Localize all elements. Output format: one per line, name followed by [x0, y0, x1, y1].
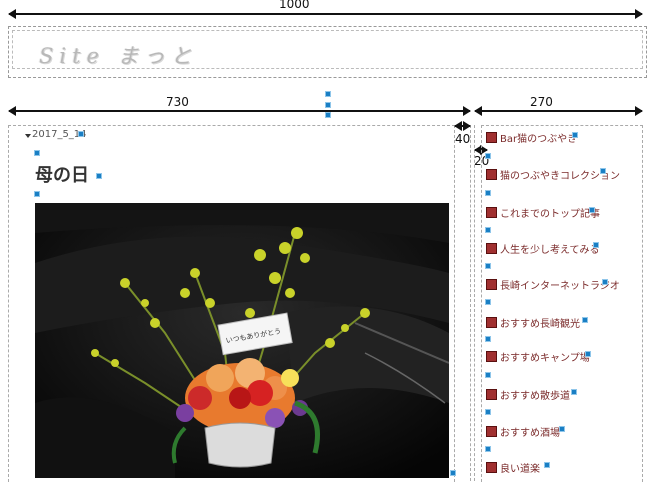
- category-icon: [486, 317, 497, 328]
- layout-marker: [559, 426, 565, 432]
- flower-photo-image: いつもありがとう: [35, 203, 449, 478]
- sidebar-item[interactable]: 猫のつぶやきコレクション: [486, 167, 620, 182]
- side-width-arrow: [474, 106, 643, 116]
- layout-marker: [571, 389, 577, 395]
- site-logo[interactable]: Site まっと: [39, 40, 198, 70]
- layout-marker: [325, 102, 331, 108]
- gap-width-arrow: [454, 121, 471, 131]
- layout-marker: [96, 173, 102, 179]
- layout-marker: [600, 168, 606, 174]
- gap-width-label: 40: [455, 132, 471, 146]
- top-width-arrow: [8, 9, 643, 19]
- layout-marker: [34, 191, 40, 197]
- main-width-label: 730: [166, 95, 189, 109]
- post-date: 2017_5_14: [32, 129, 87, 140]
- category-icon: [486, 207, 497, 218]
- sidebar-item[interactable]: 長崎インターネットラジオ: [486, 277, 620, 292]
- layout-marker: [485, 190, 491, 196]
- layout-marker: [572, 132, 578, 138]
- category-icon: [486, 169, 497, 180]
- layout-marker: [78, 131, 84, 137]
- layout-marker: [582, 317, 588, 323]
- category-icon: [486, 351, 497, 362]
- gap-column: [470, 125, 475, 481]
- layout-marker: [593, 242, 599, 248]
- layout-marker: [450, 470, 456, 476]
- category-icon: [486, 426, 497, 437]
- layout-marker: [485, 227, 491, 233]
- header-box: Site まっと: [8, 26, 647, 78]
- layout-marker: [485, 153, 491, 159]
- layout-marker: [34, 150, 40, 156]
- layout-marker: [485, 299, 491, 305]
- sidebar-item[interactable]: 良い道楽: [486, 460, 540, 475]
- top-width-label: 1000: [279, 0, 310, 11]
- sidebar-item[interactable]: おすすめ散歩道: [486, 387, 570, 402]
- layout-marker: [485, 409, 491, 415]
- layout-marker: [485, 263, 491, 269]
- sidebar-item[interactable]: Bar猫のつぶやき: [486, 130, 577, 145]
- layout-marker: [325, 112, 331, 118]
- post-photo[interactable]: いつもありがとう: [35, 203, 449, 478]
- layout-marker: [485, 336, 491, 342]
- post-title[interactable]: 母の日: [35, 161, 89, 187]
- layout-marker: [544, 462, 550, 468]
- layout-marker: [485, 372, 491, 378]
- layout-marker: [585, 351, 591, 357]
- category-icon: [486, 389, 497, 400]
- category-icon: [486, 279, 497, 290]
- category-icon: [486, 132, 497, 143]
- category-icon: [486, 243, 497, 254]
- sidebar-item[interactable]: おすすめ長崎観光: [486, 315, 580, 330]
- sidebar-item[interactable]: おすすめキャンプ場: [486, 349, 590, 364]
- sidebar-item[interactable]: これまでのトップ記事: [486, 205, 600, 220]
- layout-marker: [485, 446, 491, 452]
- sidebar-item[interactable]: 人生を少し考えてみる: [486, 241, 600, 256]
- category-icon: [486, 462, 497, 473]
- layout-marker: [589, 207, 595, 213]
- header-inner: Site まっと: [12, 30, 643, 69]
- layout-marker: [602, 279, 608, 285]
- sidebar-item[interactable]: おすすめ酒場: [486, 424, 560, 439]
- main-width-arrow: [8, 106, 471, 116]
- side-width-label: 270: [530, 95, 553, 109]
- layout-marker: [325, 91, 331, 97]
